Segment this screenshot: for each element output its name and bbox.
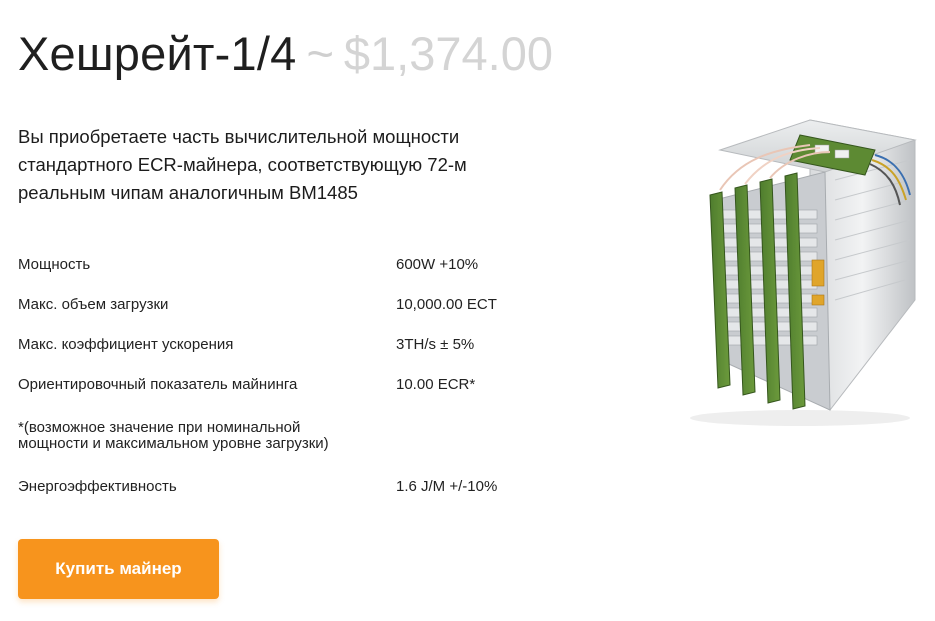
product-price: $1,374.00 bbox=[343, 27, 553, 80]
spec-label: Энергоэффективность bbox=[18, 478, 177, 495]
spec-footnote: *(возможное значение при номинальной мощ… bbox=[18, 410, 578, 472]
product-description: Вы приобретаете часть вычислительной мощ… bbox=[18, 126, 467, 203]
spec-value: 10.00 ECR* bbox=[396, 376, 476, 393]
spec-row-power: Мощность 600W +10% bbox=[18, 250, 578, 290]
spec-value: 600W +10% bbox=[396, 256, 479, 273]
spec-value: 3TH/s ± 5% bbox=[396, 336, 475, 353]
buy-miner-button[interactable]: Купить майнер bbox=[18, 539, 219, 599]
specs-table: Мощность 600W +10% Макс. объем загрузки … bbox=[18, 250, 578, 512]
spec-label: Макс. коэффициент ускорения bbox=[18, 336, 234, 353]
spec-label: Макс. объем загрузки bbox=[18, 296, 169, 313]
footnote-line-2: мощности и максимальном уровне загрузки) bbox=[18, 435, 329, 452]
page-title: Хешрейт-1/4 ~ $1,374.00 bbox=[18, 30, 553, 77]
spec-row-mining-rate: Ориентировочный показатель майнинга 10.0… bbox=[18, 370, 578, 410]
asic-miner-image bbox=[660, 100, 930, 430]
spec-label: Ориентировочный показатель майнинга bbox=[18, 376, 298, 393]
spec-row-efficiency: Энергоэффективность 1.6 J/M +/-10% bbox=[18, 472, 578, 512]
miner-illustration bbox=[690, 119, 917, 426]
price-separator: ~ bbox=[306, 27, 334, 80]
spec-label: Мощность bbox=[18, 256, 91, 273]
footnote-line-1: *(возможное значение при номинальной bbox=[18, 419, 301, 436]
spec-row-acceleration: Макс. коэффициент ускорения 3TH/s ± 5% bbox=[18, 330, 578, 370]
product-title: Хешрейт-1/4 bbox=[18, 27, 297, 80]
spec-row-max-load: Макс. объем загрузки 10,000.00 ECT bbox=[18, 290, 578, 330]
spec-value: 10,000.00 ECT bbox=[396, 296, 497, 313]
spec-value: 1.6 J/M +/-10% bbox=[396, 478, 498, 495]
